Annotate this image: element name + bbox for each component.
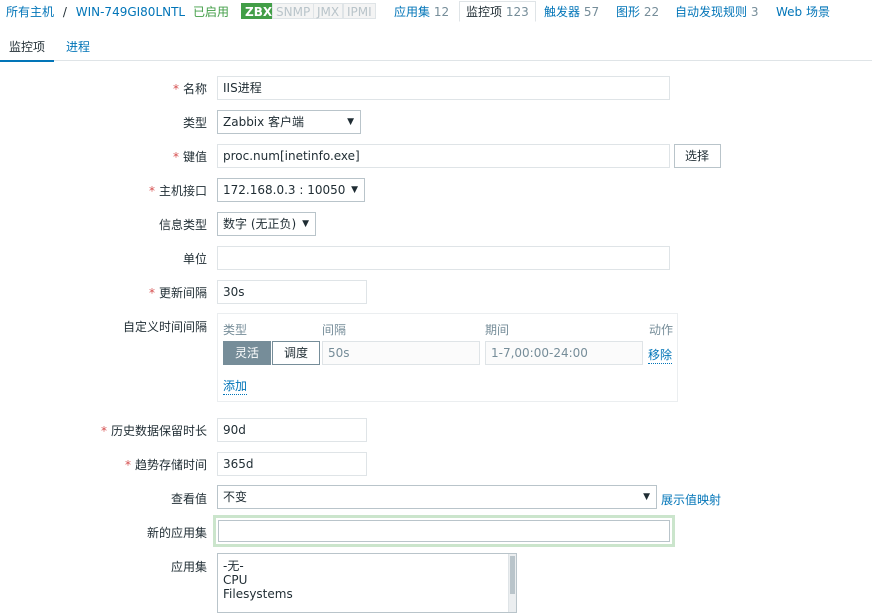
show-value-select[interactable]: 不变 ▼ [217,485,657,509]
listbox-scrollbar[interactable] [508,554,516,612]
application-option[interactable]: CPU [218,573,516,587]
tab-triggers[interactable]: 触发器 57 [544,3,599,20]
host-interface-select[interactable]: 172.168.0.3 : 10050 ▼ [217,178,365,202]
new-application-input[interactable] [218,520,670,542]
custom-intervals-table: 类型 间隔 期间 动作 灵活 调度 50s 1-7,00:00-24:00 移除… [217,313,678,402]
applications-listbox[interactable]: -无- CPU Filesystems [217,553,517,613]
tab-web-scenarios[interactable]: Web 场景 [776,3,830,20]
info-type-label: 信息类型 [158,218,207,232]
jmx-availability-badge: JMX [313,3,344,19]
tab-discovery-rules[interactable]: 自动发现规则 3 [675,3,758,20]
flexible-toggle[interactable]: 灵活 [223,341,272,365]
header-action: 动作 [649,323,674,337]
host-navigation-bar: 所有主机 / WIN-749GI80LNTL 已启用 ZBX SNMP JMX … [0,0,872,22]
breadcrumb-host-name[interactable]: WIN-749GI80LNTL [76,5,185,19]
form-subtabs: 监控项 进程 [0,30,872,62]
name-input[interactable]: IIS进程 [217,76,670,100]
required-marker: * [172,82,179,96]
chevron-down-icon: ▼ [302,219,309,229]
chevron-down-icon: ▼ [643,492,650,502]
custom-intervals-label: 自定义时间间隔 [122,320,207,334]
tab-graphs[interactable]: 图形 22 [616,3,659,20]
required-marker: * [148,184,155,198]
scrollbar-thumb[interactable] [510,556,515,594]
required-marker: * [124,458,131,472]
show-value-label: 查看值 [170,492,207,506]
header-type: 类型 [223,323,248,337]
remove-interval-link[interactable]: 移除 [648,346,673,364]
application-option[interactable]: -无- [218,554,516,573]
header-period: 期间 [485,323,510,337]
key-input[interactable]: proc.num[inetinfo.exe] [217,144,670,168]
scheduling-toggle[interactable]: 调度 [272,341,321,365]
host-status-enabled[interactable]: 已启用 [193,3,229,20]
trends-input[interactable]: 365d [217,452,367,476]
units-input[interactable] [217,246,670,270]
type-label: 类型 [182,116,207,130]
snmp-availability-badge: SNMP [272,3,315,19]
ipmi-availability-badge: IPMI [343,3,376,19]
new-application-focus-ring [213,515,675,547]
key-label: * 键值 [172,150,207,164]
history-label: * 历史数据保留时长 [100,424,207,438]
units-label: 单位 [182,252,207,266]
add-interval-link[interactable]: 添加 [223,377,248,395]
update-interval-label: * 更新间隔 [148,286,207,300]
subtab-item[interactable]: 监控项 [0,38,55,62]
required-marker: * [172,150,179,164]
breadcrumb-all-hosts[interactable]: 所有主机 [6,5,54,19]
type-select[interactable]: Zabbix 客户端 ▼ [217,110,361,134]
header-interval: 间隔 [322,323,347,337]
update-interval-input[interactable]: 30s [217,280,367,304]
breadcrumb: 所有主机 / WIN-749GI80LNTL [6,3,185,20]
tab-applications[interactable]: 应用集 12 [394,3,449,20]
application-option[interactable]: Filesystems [218,587,516,601]
tab-items[interactable]: 监控项 123 [459,1,536,22]
info-type-select[interactable]: 数字 (无正负) ▼ [217,212,316,236]
host-interface-label: * 主机接口 [148,184,207,198]
required-marker: * [100,424,107,438]
subtab-process[interactable]: 进程 [66,38,90,55]
chevron-down-icon: ▼ [347,117,354,127]
zbx-availability-badge: ZBX [241,3,277,19]
name-label: * 名称 [172,82,207,96]
history-input[interactable]: 90d [217,418,367,442]
new-application-label: 新的应用集 [146,526,207,540]
chevron-down-icon: ▼ [351,185,358,195]
interval-input[interactable]: 50s [322,341,480,365]
key-select-button[interactable]: 选择 [674,144,721,168]
breadcrumb-separator: / [62,5,67,19]
show-value-mapping-link[interactable]: 展示值映射 [661,491,721,508]
required-marker: * [148,286,155,300]
period-input[interactable]: 1-7,00:00-24:00 [485,341,643,365]
trends-label: * 趋势存储时间 [124,458,207,472]
applications-label: 应用集 [170,560,207,574]
